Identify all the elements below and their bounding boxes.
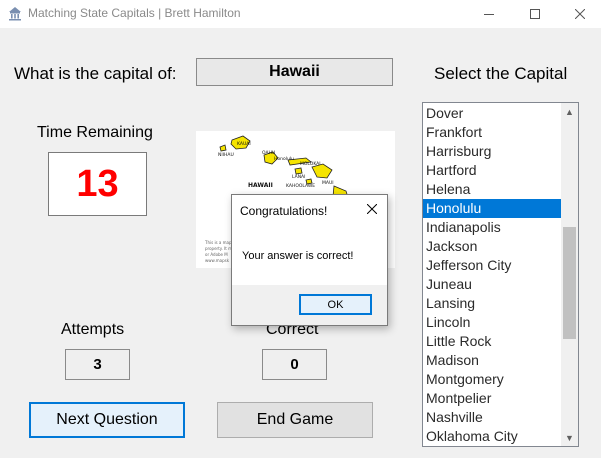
list-item[interactable]: Madison: [423, 351, 561, 370]
capitals-list: Dover Frankfort Harrisburg Hartford Hele…: [423, 104, 561, 446]
close-window-button[interactable]: [557, 0, 601, 28]
minimize-icon: [484, 14, 494, 15]
time-remaining-label: Time Remaining: [37, 124, 153, 141]
capitals-listbox[interactable]: Dover Frankfort Harrisburg Hartford Hele…: [422, 102, 579, 447]
list-item[interactable]: Montpelier: [423, 389, 561, 408]
congratulations-dialog: Congratulations! Your answer is correct!…: [231, 194, 388, 326]
select-capital-label: Select the Capital: [434, 64, 568, 83]
question-label: What is the capital of:: [14, 64, 177, 83]
list-scrollbar[interactable]: ▲ ▼: [561, 103, 578, 446]
list-item[interactable]: Lansing: [423, 294, 561, 313]
list-item[interactable]: Frankfort: [423, 123, 561, 142]
list-item[interactable]: Hartford: [423, 161, 561, 180]
list-item[interactable]: Helena: [423, 180, 561, 199]
correct-box: 0: [262, 349, 327, 380]
next-question-label: Next Question: [56, 411, 158, 428]
list-item[interactable]: Montgomery: [423, 370, 561, 389]
maximize-icon: [530, 9, 540, 19]
dialog-close-button[interactable]: [357, 197, 387, 221]
map-label-oahu: OAHU: [262, 150, 275, 156]
list-item[interactable]: Oklahoma City: [423, 427, 561, 446]
list-item-selected[interactable]: Honolulu: [423, 199, 561, 218]
attempts-box: 3: [65, 349, 130, 380]
title-bar: Matching State Capitals | Brett Hamilton: [0, 0, 601, 28]
minimize-button[interactable]: [466, 0, 512, 28]
list-item[interactable]: Little Rock: [423, 332, 561, 351]
window-title: Matching State Capitals | Brett Hamilton: [28, 6, 241, 20]
timer-value: 13: [76, 162, 119, 205]
attempts-label: Attempts: [61, 321, 125, 338]
list-item[interactable]: Juneau: [423, 275, 561, 294]
attempts-value: 3: [93, 356, 102, 373]
dialog-title: Congratulations!: [240, 204, 328, 218]
list-item[interactable]: Jefferson City: [423, 256, 561, 275]
map-label-hawaii: HAWAII: [248, 182, 273, 189]
list-item[interactable]: Harrisburg: [423, 142, 561, 161]
dialog-ok-button[interactable]: OK: [299, 294, 372, 315]
scroll-up-button[interactable]: ▲: [561, 103, 578, 120]
dialog-message: Your answer is correct!: [242, 250, 354, 262]
state-name: Hawaii: [269, 63, 320, 80]
state-name-box: Hawaii: [196, 58, 393, 86]
map-footer-line: www.mapsk: [205, 258, 230, 263]
dialog-ok-label: OK: [327, 298, 344, 311]
end-game-label: End Game: [256, 411, 334, 428]
list-item[interactable]: Dover: [423, 104, 561, 123]
list-item[interactable]: Indianapolis: [423, 218, 561, 237]
chevron-up-icon: ▲: [565, 106, 574, 117]
next-question-button[interactable]: Next Question: [29, 402, 185, 438]
maximize-button[interactable]: [512, 0, 558, 28]
close-icon: [575, 9, 585, 19]
map-footer-line: property. It m: [205, 246, 232, 251]
map-label-maui: MAUI: [322, 180, 334, 186]
map-label-lanai: LANAI: [292, 174, 305, 180]
list-item[interactable]: Nashville: [423, 408, 561, 427]
close-icon: [367, 204, 377, 214]
map-label-kauai: KAUAI: [237, 141, 251, 147]
map-footer-line: or Adobe M: [205, 252, 228, 257]
map-label-niihau: NIIHAU: [218, 152, 234, 158]
list-item[interactable]: Jackson: [423, 237, 561, 256]
timer-display: 13: [48, 152, 147, 216]
correct-value: 0: [290, 356, 299, 373]
app-icon: [9, 7, 21, 21]
scroll-thumb[interactable]: [563, 227, 576, 339]
map-label-honolulu: Honolulu: [274, 156, 294, 162]
list-item[interactable]: Lincoln: [423, 313, 561, 332]
map-label-kahoolawe: KAHOOLAWE: [286, 183, 315, 189]
map-label-molokai: MOLOKAI: [300, 161, 321, 167]
chevron-down-icon: ▼: [565, 432, 574, 443]
scroll-down-button[interactable]: ▼: [561, 429, 578, 446]
map-footer-line: This is a map: [204, 240, 232, 245]
end-game-button[interactable]: End Game: [217, 402, 373, 438]
